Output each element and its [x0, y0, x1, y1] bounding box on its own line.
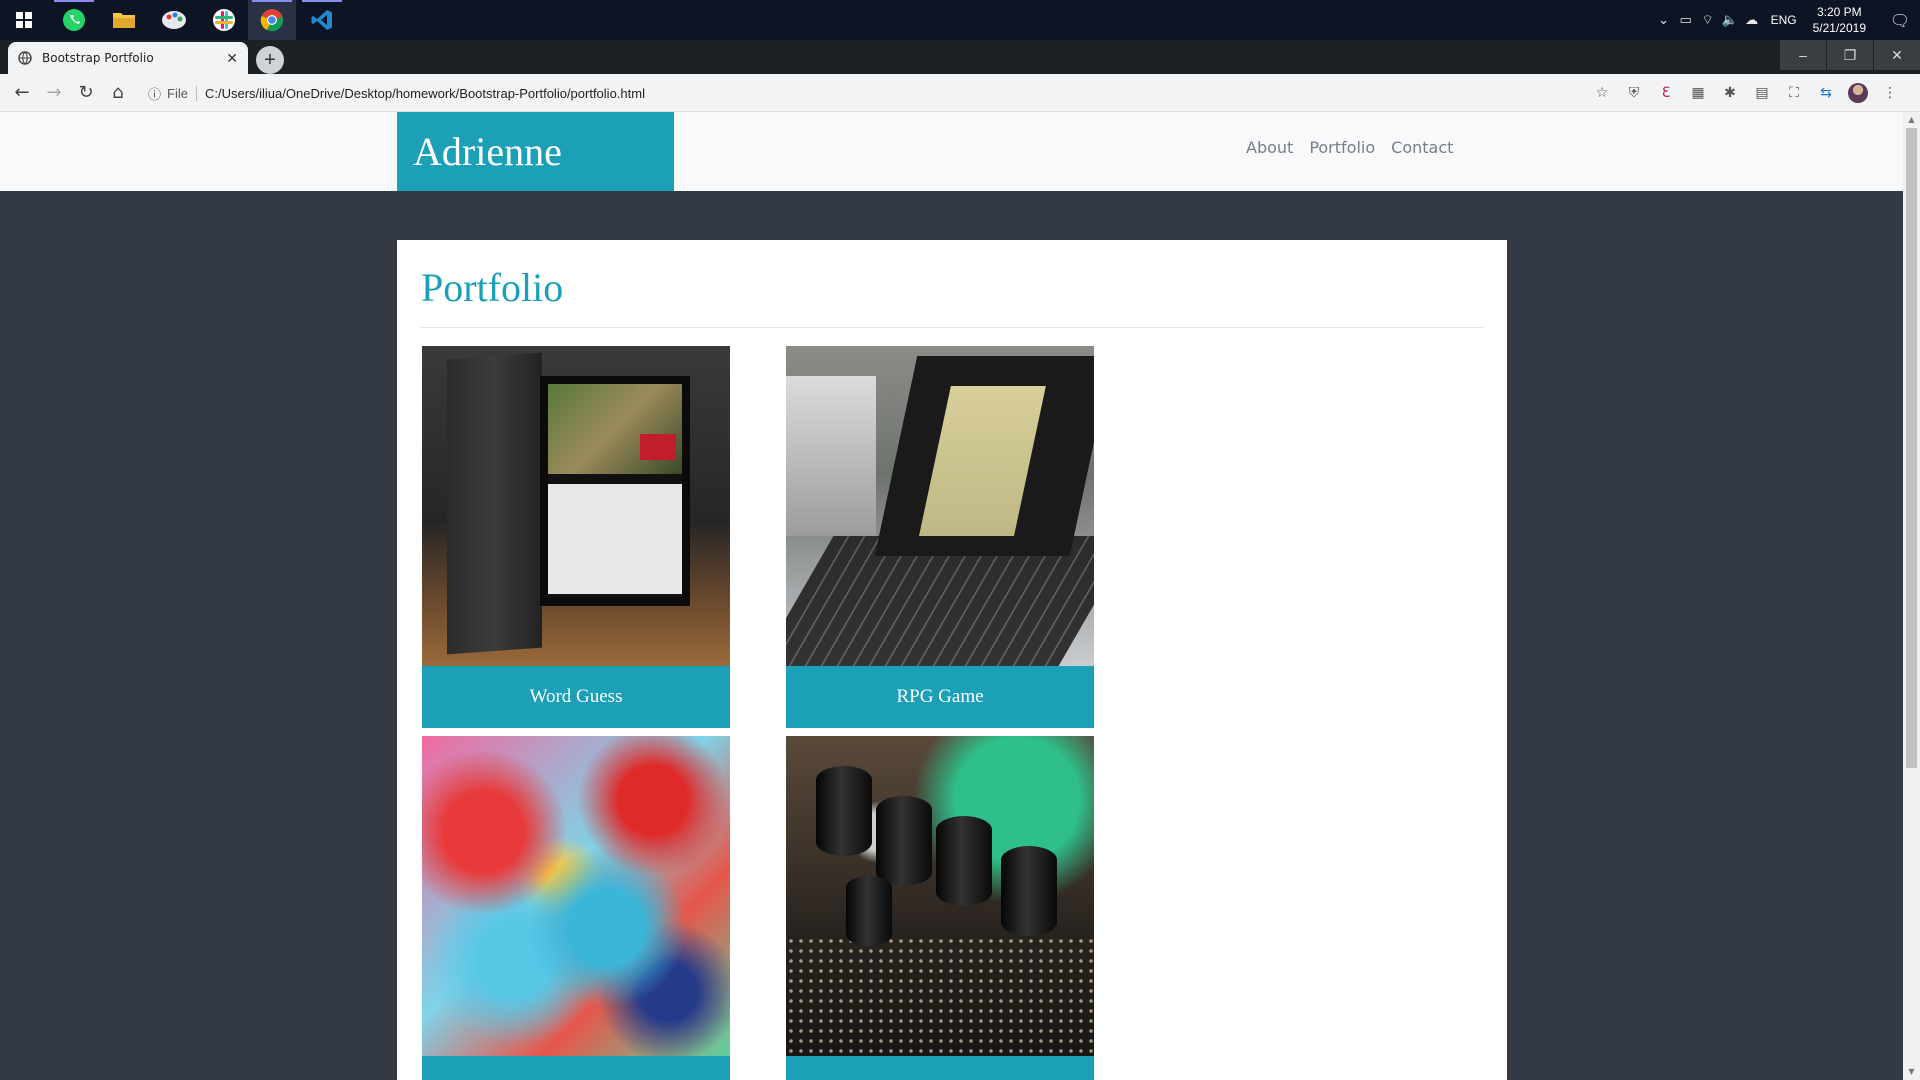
- page-scrollbar[interactable]: ▲ ▼: [1903, 112, 1920, 1080]
- url-text[interactable]: C:/Users/iliua/OneDrive/Desktop/homework…: [205, 86, 645, 101]
- windows-start-icon[interactable]: [0, 0, 48, 40]
- onedrive-cloud-icon[interactable]: ☁: [1741, 13, 1763, 28]
- nav-link-contact[interactable]: Contact: [1391, 138, 1453, 157]
- chrome-menu-icon[interactable]: ⋮: [1874, 85, 1906, 101]
- extension-translate-icon[interactable]: ▦: [1682, 85, 1714, 101]
- close-window-button[interactable]: ✕: [1874, 40, 1920, 70]
- browser-tab[interactable]: Bootstrap Portfolio ✕: [8, 42, 248, 74]
- project-image-capacitors[interactable]: [786, 736, 1094, 1056]
- bookmark-star-icon[interactable]: ☆: [1586, 85, 1618, 101]
- tab-close-icon[interactable]: ✕: [226, 50, 238, 67]
- reload-button[interactable]: ↻: [70, 82, 102, 103]
- brand-logo[interactable]: Adrienne: [397, 112, 674, 191]
- shield-extension-icon[interactable]: ⛨: [1618, 85, 1650, 101]
- battery-icon[interactable]: ▭: [1675, 13, 1697, 28]
- folder-icon[interactable]: [100, 0, 148, 40]
- tab-title: Bootstrap Portfolio: [42, 51, 154, 65]
- wifi-icon[interactable]: ⌔: [1697, 12, 1719, 28]
- nav-links: About Portfolio Contact: [1246, 138, 1453, 157]
- extension-sync-icon[interactable]: ⇆: [1810, 85, 1842, 101]
- project-label[interactable]: [786, 1056, 1094, 1080]
- scroll-thumb[interactable]: [1906, 128, 1917, 768]
- nav-link-portfolio[interactable]: Portfolio: [1309, 138, 1375, 157]
- vscode-icon[interactable]: [298, 0, 346, 40]
- project-image-laptop[interactable]: [786, 346, 1094, 666]
- clock-time: 3:20 PM: [1816, 5, 1862, 19]
- home-button[interactable]: ⌂: [102, 82, 134, 103]
- project-label[interactable]: [422, 1056, 730, 1080]
- notifications-icon[interactable]: 🗨: [1880, 11, 1920, 30]
- portfolio-card: Portfolio Word Guess RPG Game: [397, 240, 1507, 1080]
- extension-screenshot-icon[interactable]: ⛶: [1778, 85, 1810, 101]
- back-button[interactable]: ←: [6, 82, 38, 103]
- whatsapp-icon[interactable]: [50, 0, 98, 40]
- extension-e-icon[interactable]: Ɛ: [1650, 85, 1682, 101]
- title-divider: [421, 327, 1483, 328]
- url-scheme-label: File: [167, 85, 197, 101]
- url-bar[interactable]: ⓘ File C:/Users/iliua/OneDrive/Desktop/h…: [148, 78, 1410, 108]
- clock[interactable]: 3:20 PM 5/21/2019: [1805, 4, 1880, 36]
- project-card-word-guess[interactable]: Word Guess: [422, 346, 730, 728]
- extension-keyboard-icon[interactable]: ▤: [1746, 85, 1778, 101]
- browser-tab-strip: Bootstrap Portfolio ✕ + – ❐ ✕: [0, 40, 1920, 74]
- volume-icon[interactable]: 🔈: [1719, 13, 1741, 28]
- page-title: Portfolio: [421, 265, 564, 310]
- slack-icon[interactable]: [200, 0, 248, 40]
- minimize-button[interactable]: –: [1780, 40, 1826, 70]
- page-viewport: Adrienne About Portfolio Contact Portfol…: [0, 112, 1920, 1080]
- globe-icon: [18, 51, 32, 65]
- language-indicator[interactable]: ENG: [1763, 13, 1805, 27]
- project-image-tablet[interactable]: [422, 346, 730, 666]
- forward-button[interactable]: →: [38, 82, 70, 103]
- windows-taskbar: ⌄ ▭ ⌔ 🔈 ☁ ENG 3:20 PM 5/21/2019 🗨: [0, 0, 1920, 40]
- paint-icon[interactable]: [150, 0, 198, 40]
- project-card-rpg-game[interactable]: RPG Game: [786, 346, 1094, 728]
- scroll-up-icon[interactable]: ▲: [1903, 112, 1920, 128]
- project-card-3[interactable]: [422, 736, 730, 1080]
- extension-bug-icon[interactable]: ✱: [1714, 85, 1746, 101]
- project-label[interactable]: Word Guess: [422, 666, 730, 728]
- clock-date: 5/21/2019: [1812, 21, 1866, 35]
- profile-avatar[interactable]: [1848, 83, 1868, 103]
- chevron-up-icon[interactable]: ⌄: [1653, 13, 1675, 28]
- address-toolbar: ← → ↻ ⌂ ⓘ File C:/Users/iliua/OneDrive/D…: [0, 74, 1920, 112]
- restore-button[interactable]: ❐: [1827, 40, 1873, 70]
- scroll-down-icon[interactable]: ▼: [1903, 1064, 1920, 1080]
- site-navbar: Adrienne About Portfolio Contact: [0, 112, 1903, 191]
- project-card-4[interactable]: [786, 736, 1094, 1080]
- info-icon[interactable]: ⓘ: [148, 84, 161, 103]
- new-tab-button[interactable]: +: [256, 46, 284, 74]
- project-image-abstract-paint[interactable]: [422, 736, 730, 1056]
- project-label[interactable]: RPG Game: [786, 666, 1094, 728]
- chrome-icon[interactable]: [248, 0, 296, 40]
- nav-link-about[interactable]: About: [1246, 138, 1293, 157]
